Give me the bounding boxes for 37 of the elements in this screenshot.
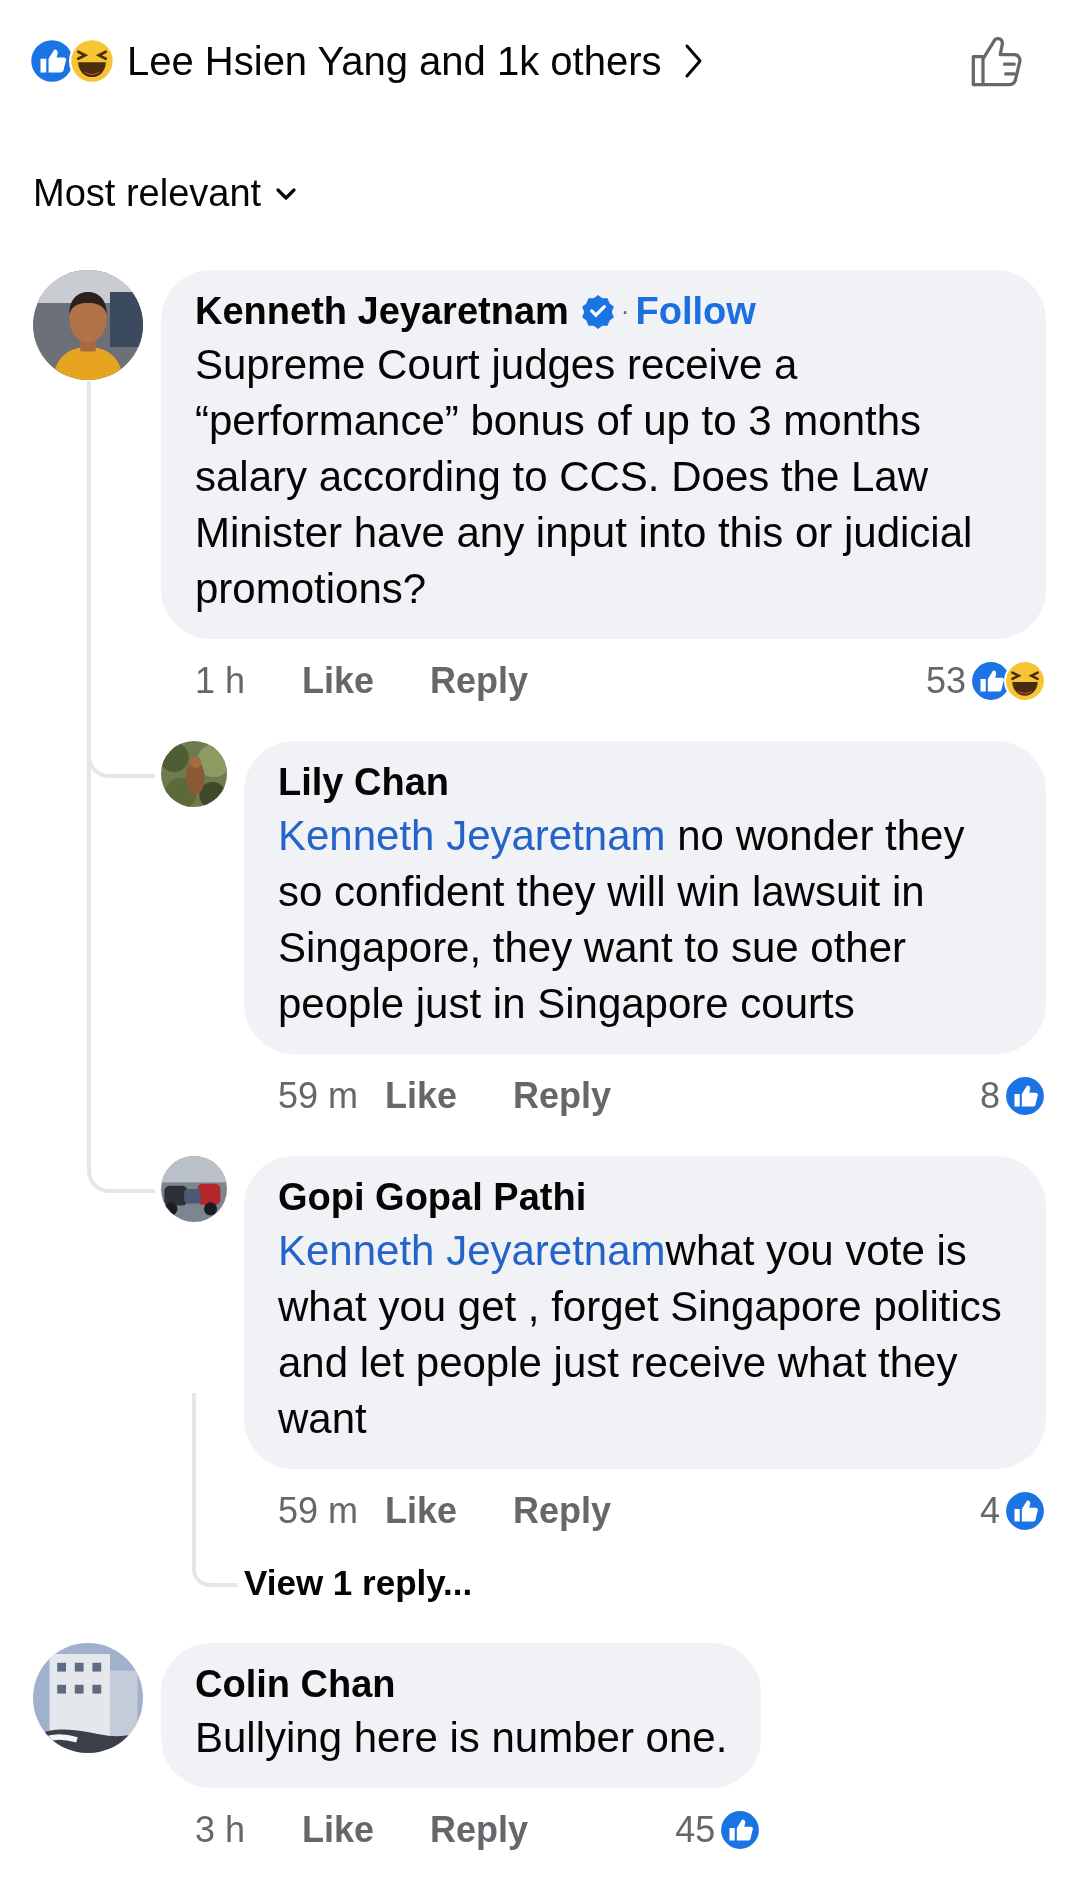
chevron-down-icon <box>275 185 298 202</box>
sort-dropdown[interactable]: Most relevant <box>33 172 298 215</box>
reaction-count: 45 <box>675 1809 716 1851</box>
author-name[interactable]: Colin Chan <box>195 1663 396 1706</box>
author-name[interactable]: Kenneth Jeyaretnam <box>195 290 569 333</box>
comment-text: Kenneth Jeyaretnam no wonder they so confident they will win lawsuit in Singapore, they want to sue other people just in Singapore courts <box>278 811 966 1029</box>
author-name[interactable]: Gopi Gopal Pathi <box>278 1176 587 1219</box>
reply-link[interactable]: Reply <box>430 1809 529 1851</box>
haha-reaction-icon <box>1004 660 1046 702</box>
timestamp: 59 m <box>278 1490 360 1532</box>
reply-link[interactable]: Reply <box>513 1075 612 1117</box>
like-link[interactable]: Like <box>302 1809 375 1851</box>
reaction-count: 4 <box>979 1490 1000 1532</box>
comment-text: Supreme Court judges receive a “performance” bonus of up to 3 months salary according to CCS. Does the Law Minister have any input into this or judicial promotions? <box>195 340 974 614</box>
reactions-summary-link[interactable]: Lee Hsien Yang and 1k others <box>127 38 662 84</box>
timestamp: 3 h <box>195 1809 247 1851</box>
reply-link[interactable]: Reply <box>430 660 529 702</box>
reaction-count: 8 <box>979 1075 1000 1117</box>
like-reaction-icon <box>1004 1075 1046 1117</box>
reply-link[interactable]: Reply <box>513 1490 612 1532</box>
mention-link[interactable]: Kenneth Jeyaretnam <box>278 1227 666 1274</box>
timestamp: 1 h <box>195 660 247 702</box>
like-link[interactable]: Like <box>385 1490 458 1532</box>
haha-reaction-icon <box>69 38 115 84</box>
like-reaction-icon <box>719 1809 762 1851</box>
follow-link[interactable]: Follow <box>635 290 756 333</box>
separator-dot: · <box>620 296 630 327</box>
comment-text: Bullying here is number one. <box>195 1713 728 1763</box>
mention-link[interactable]: Kenneth Jeyaretnam <box>278 812 666 859</box>
timestamp: 59 m <box>278 1075 360 1117</box>
author-name[interactable]: Lily Chan <box>278 761 450 804</box>
like-reaction-icon <box>1004 1490 1046 1532</box>
like-link[interactable]: Like <box>302 660 375 702</box>
like-link[interactable]: Like <box>385 1075 458 1117</box>
reaction-count: 53 <box>925 660 966 702</box>
comment-text: Kenneth Jeyaretnamwhat you vote is what you get , forget Singapore politics and let people just receive what they want <box>278 1226 1003 1444</box>
view-replies-link[interactable]: View 1 reply... <box>244 1563 473 1603</box>
